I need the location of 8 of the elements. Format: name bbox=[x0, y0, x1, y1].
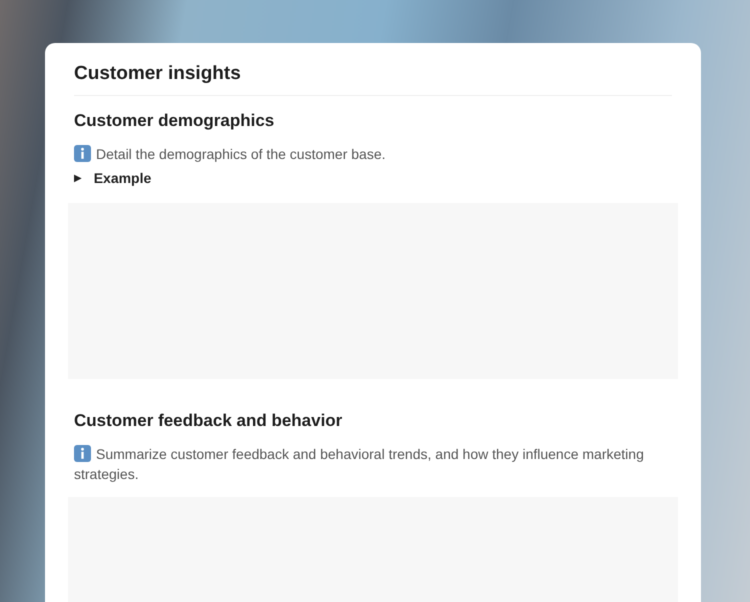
section-description: Summarize customer feedback and behavioral trends, and how they influence marketing strategies. bbox=[74, 444, 645, 484]
example-toggle[interactable]: ▶ Example bbox=[74, 170, 672, 186]
section-heading: Customer demographics bbox=[74, 111, 276, 131]
info-icon bbox=[74, 445, 91, 462]
section-heading: Customer feedback and behavior bbox=[74, 411, 344, 431]
info-icon bbox=[74, 145, 91, 162]
page-title: Customer insights bbox=[74, 63, 672, 96]
section-description: Detail the demographics of the customer base. bbox=[74, 144, 672, 164]
